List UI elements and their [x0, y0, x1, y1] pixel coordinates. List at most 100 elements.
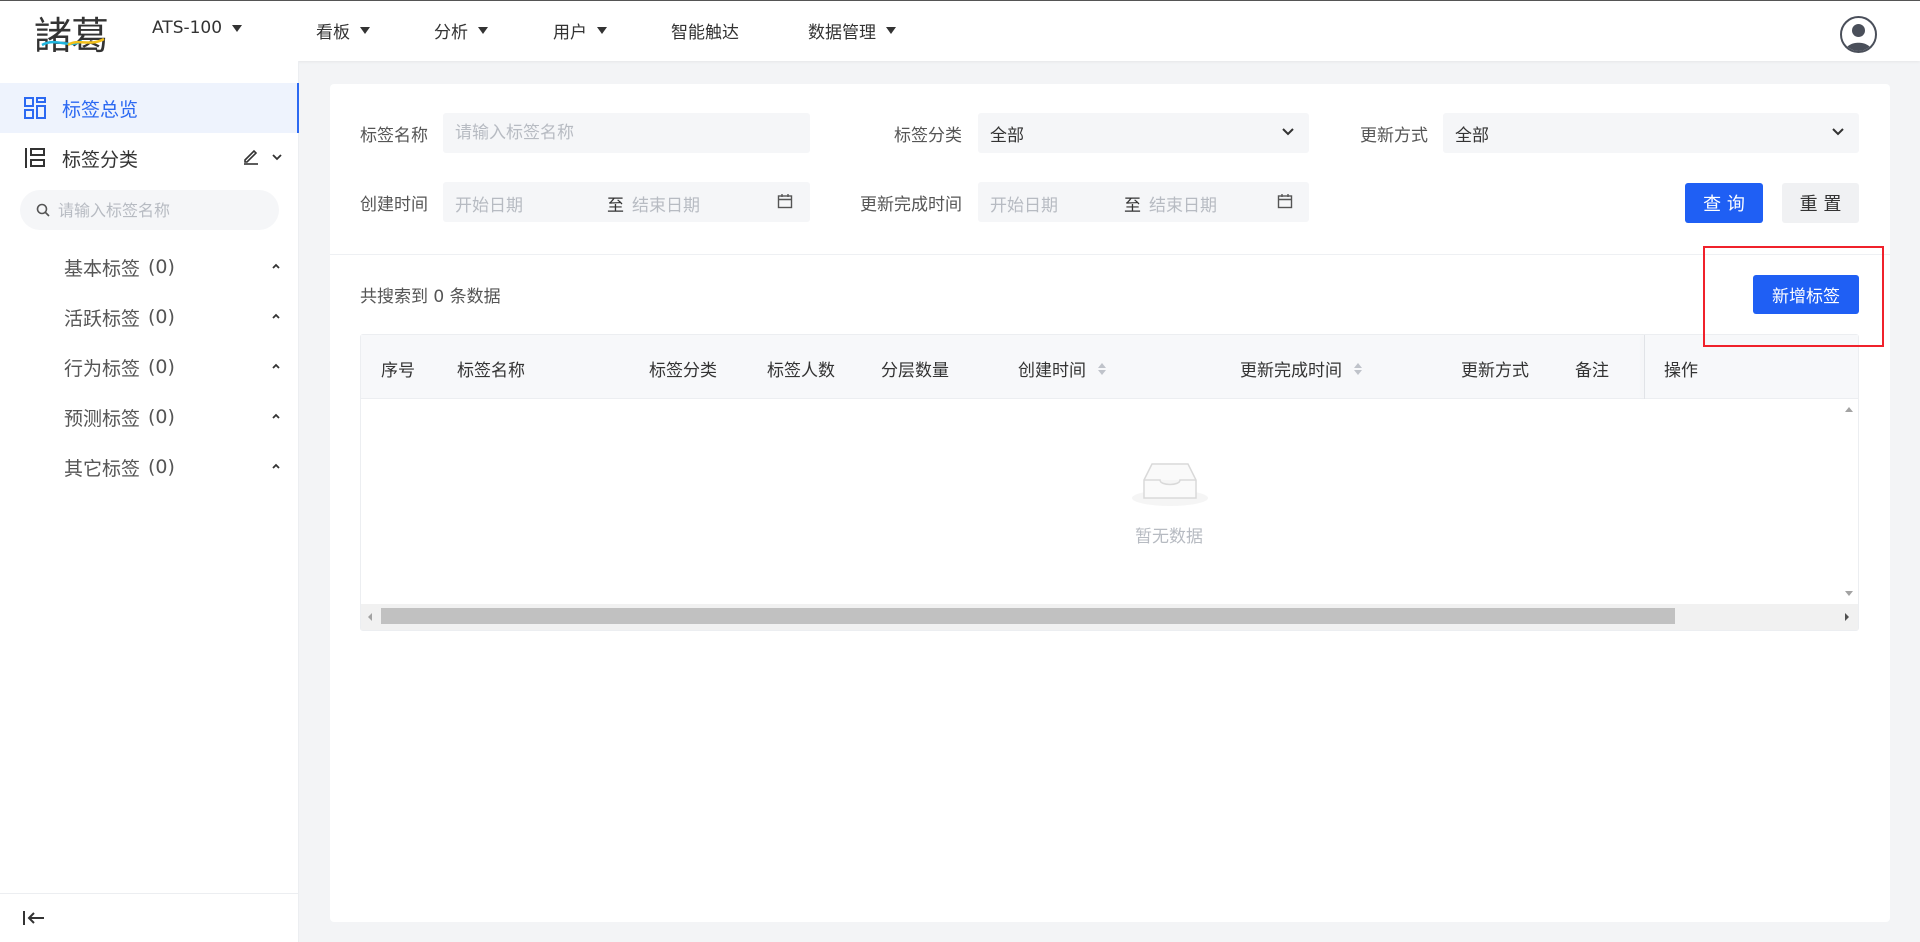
col-tag-users: 标签人数 [767, 361, 835, 381]
date-range-separator: 至 [607, 196, 624, 216]
chevron-down-icon[interactable] [271, 152, 283, 162]
caret-down-icon [478, 27, 488, 34]
nav-users[interactable]: 用户 [553, 18, 607, 43]
nav-analysis-label: 分析 [434, 23, 468, 43]
empty-box-icon [1132, 463, 1208, 506]
updated-date-range[interactable]: 开始日期 至 结束日期 [978, 182, 1309, 222]
filter-category-label: 标签分类 [894, 126, 962, 146]
sidebar-search[interactable] [20, 190, 279, 230]
created-date-range[interactable]: 开始日期 至 结束日期 [443, 182, 810, 222]
tree-item-count: (0) [148, 256, 175, 278]
grid-icon [24, 97, 46, 119]
user-avatar[interactable] [1840, 16, 1877, 53]
main-content: 标签名称 标签分类 全部 更新方式 全部 创建时间 开始日期 至 结束日期 更新… [330, 84, 1890, 922]
filter-divider [330, 254, 1890, 255]
created-start-date[interactable]: 开始日期 [455, 191, 523, 216]
nav-analysis[interactable]: 分析 [434, 18, 488, 43]
nav-data-management[interactable]: 数据管理 [808, 18, 896, 43]
project-name: ATS-100 [152, 18, 223, 38]
nav-data-management-label: 数据管理 [808, 23, 876, 43]
col-update-mode: 更新方式 [1461, 361, 1529, 381]
nav-smart-reach[interactable]: 智能触达 [671, 18, 739, 43]
result-count: 共搜索到 0 条数据 [360, 287, 501, 307]
tree-item-count: (0) [148, 306, 175, 328]
sidebar-item-tag-category[interactable]: 标签分类 [0, 133, 299, 183]
col-actions: 操作 [1664, 361, 1698, 381]
tree-item-count: (0) [148, 356, 175, 378]
fixed-column-divider [1644, 335, 1645, 399]
sort-icon[interactable] [1098, 362, 1106, 375]
col-created-time[interactable]: 创建时间 [1018, 356, 1106, 381]
caret-down-icon [886, 27, 896, 34]
tag-table: 序号 标签名称 标签分类 标签人数 分层数量 创建时间 更新完成时间 更新方式 … [360, 334, 1859, 631]
date-range-separator: 至 [1124, 196, 1141, 216]
chevron-up-icon[interactable] [270, 411, 282, 421]
nav-dashboard[interactable]: 看板 [316, 18, 370, 43]
tag-category-value: 全部 [990, 125, 1024, 146]
caret-down-icon [597, 27, 607, 34]
sidebar-footer [0, 893, 299, 942]
chevron-down-icon [1282, 128, 1294, 136]
category-list-icon [25, 148, 45, 168]
sidebar-item-label: 标签总览 [62, 98, 139, 121]
col-update-complete-time[interactable]: 更新完成时间 [1240, 356, 1362, 381]
nav-smart-reach-label: 智能触达 [671, 23, 739, 43]
tree-item-label: 行为标签 [64, 357, 141, 380]
horizontal-scroll-thumb[interactable] [381, 608, 1675, 624]
tree-item-other[interactable]: 其它标签 (0) [64, 447, 284, 487]
calendar-icon [1277, 194, 1293, 209]
calendar-icon [777, 194, 793, 209]
updated-end-date[interactable]: 结束日期 [1149, 191, 1217, 216]
sidebar-item-tag-overview[interactable]: 标签总览 [0, 83, 299, 133]
col-layer-count: 分层数量 [881, 361, 949, 381]
table-header: 序号 标签名称 标签分类 标签人数 分层数量 创建时间 更新完成时间 更新方式 … [361, 335, 1858, 399]
tree-item-prediction[interactable]: 预测标签 (0) [64, 397, 284, 437]
empty-text: 暂无数据 [1135, 527, 1203, 547]
col-tag-name: 标签名称 [457, 361, 525, 381]
filter-updated-label: 更新完成时间 [860, 195, 962, 215]
tree-item-basic[interactable]: 基本标签 (0) [64, 247, 284, 287]
app-logo[interactable]: 諸葛 [34, 5, 110, 58]
user-avatar-icon [1845, 24, 1872, 51]
col-index: 序号 [381, 361, 415, 381]
update-mode-select[interactable]: 全部 [1443, 113, 1859, 153]
query-button[interactable]: 查 询 [1685, 183, 1763, 223]
chevron-up-icon[interactable] [270, 261, 282, 271]
chevron-up-icon[interactable] [270, 361, 282, 371]
edit-icon[interactable] [242, 147, 260, 165]
chevron-up-icon[interactable] [270, 461, 282, 471]
filter-created-label: 创建时间 [360, 195, 428, 215]
tree-item-behavior[interactable]: 行为标签 (0) [64, 347, 284, 387]
chevron-up-icon[interactable] [270, 311, 282, 321]
caret-down-icon [232, 24, 243, 32]
tree-item-count: (0) [148, 456, 175, 478]
sidebar: 标签总览 标签分类 基本标签 (0) 活跃标签 (0) 行为标签 [0, 61, 299, 942]
created-end-date[interactable]: 结束日期 [632, 191, 700, 216]
tag-name-field[interactable] [443, 113, 810, 153]
horizontal-scrollbar[interactable] [361, 604, 1858, 630]
tree-item-active[interactable]: 活跃标签 (0) [64, 297, 284, 337]
caret-down-icon [360, 27, 370, 34]
search-icon [36, 203, 50, 217]
tag-name-input[interactable] [455, 123, 798, 143]
top-header: 諸葛 ATS-100 看板 分析 用户 智能触达 数据管理 [0, 0, 1920, 61]
tag-category-select[interactable]: 全部 [978, 113, 1309, 153]
scroll-left-icon[interactable] [366, 612, 374, 622]
collapse-sidebar-icon[interactable] [22, 909, 46, 927]
update-mode-value: 全部 [1455, 125, 1489, 146]
col-tag-category: 标签分类 [649, 361, 717, 381]
tree-item-label: 活跃标签 [64, 307, 141, 330]
col-remark: 备注 [1575, 361, 1609, 381]
sort-icon[interactable] [1354, 362, 1362, 375]
reset-button[interactable]: 重 置 [1782, 183, 1859, 223]
logo-swoosh-icon [41, 37, 105, 47]
scroll-right-icon[interactable] [1843, 612, 1851, 622]
nav-users-label: 用户 [553, 23, 587, 43]
vertical-scrollbar[interactable] [1840, 399, 1858, 604]
sidebar-search-input[interactable] [58, 200, 268, 220]
project-selector[interactable]: ATS-100 [152, 18, 243, 38]
filter-update-mode-label: 更新方式 [1360, 126, 1428, 146]
tree-item-label: 其它标签 [64, 457, 141, 480]
tree-item-count: (0) [148, 406, 175, 428]
updated-start-date[interactable]: 开始日期 [990, 191, 1058, 216]
